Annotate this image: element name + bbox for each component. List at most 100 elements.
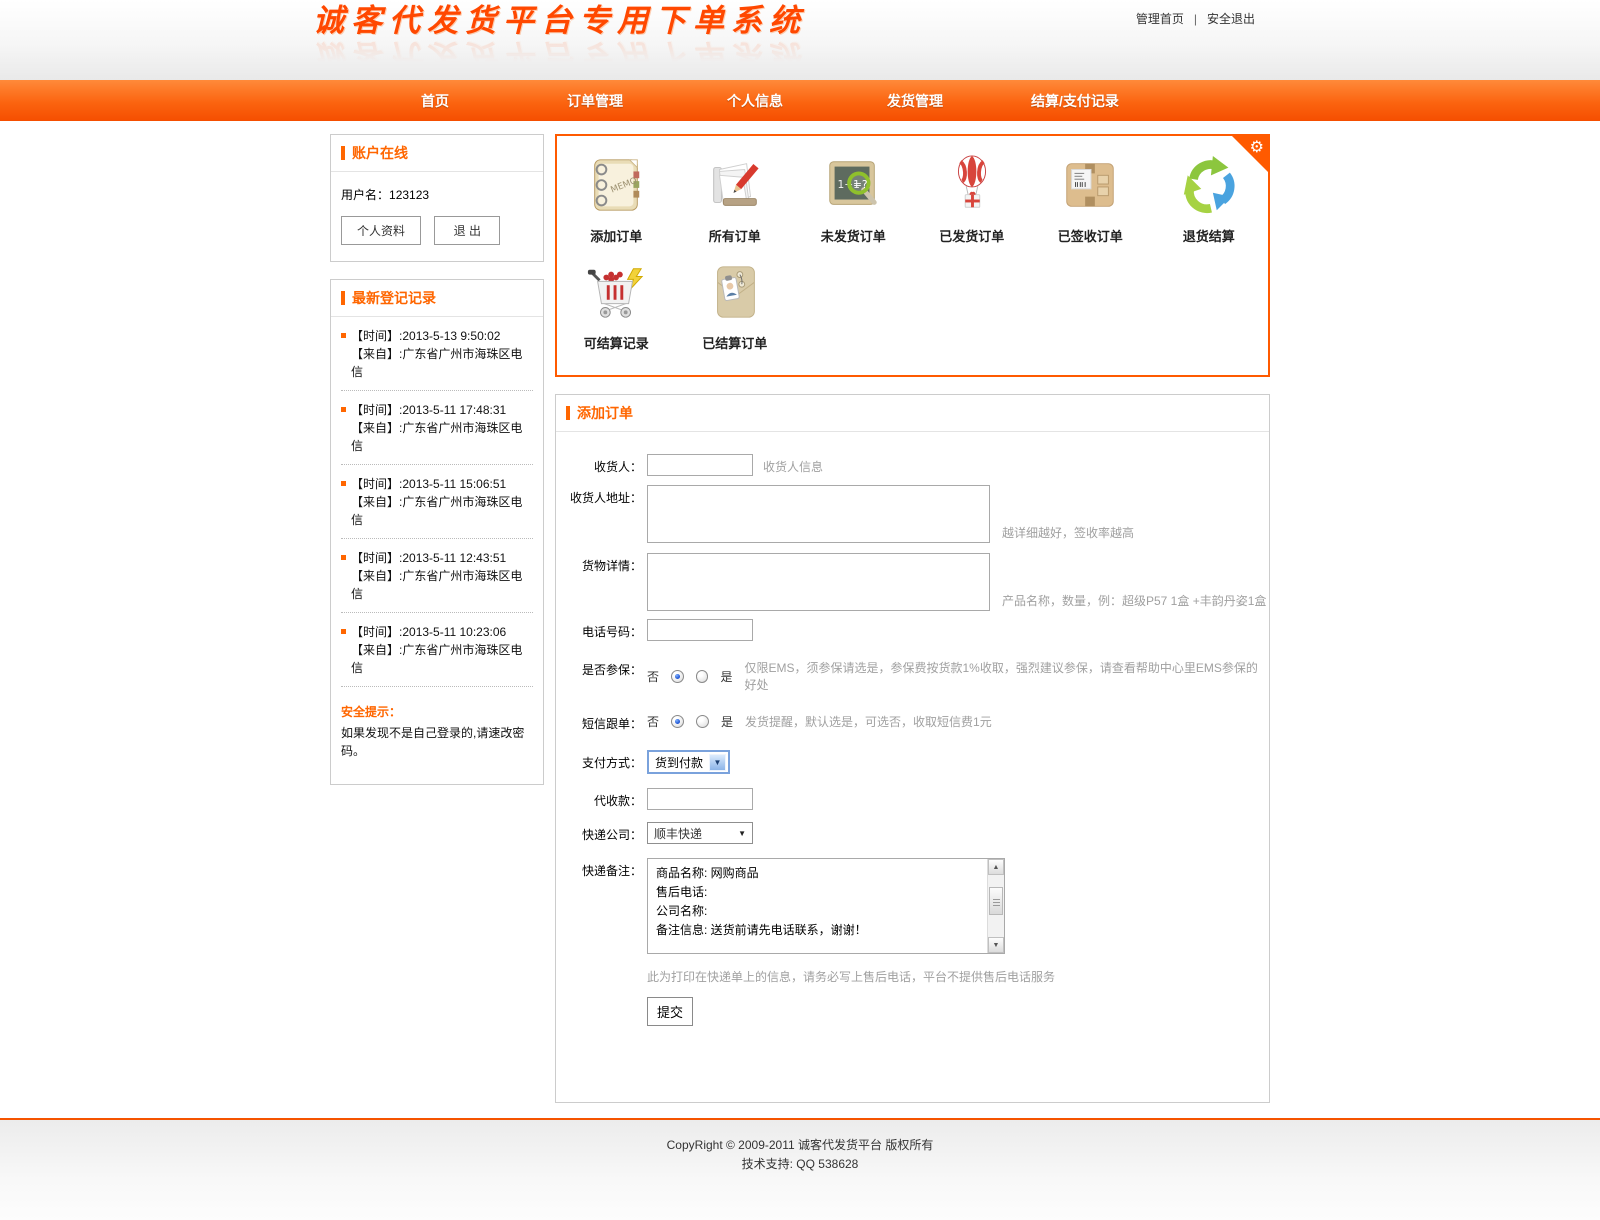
quick-item-label: 添加订单 (557, 226, 676, 245)
login-record: 【时间】:2013-5-13 9:50:02 【来自】:广东省广州市海珠区电信 (341, 327, 533, 381)
balloon-gift-icon (913, 152, 1032, 218)
nav-item-settlement[interactable]: 结算/支付记录 (995, 91, 1155, 111)
admin-home-link[interactable]: 管理首页 (1136, 12, 1184, 26)
insurance-yes-radio[interactable] (696, 670, 709, 683)
insurance-no-label: 否 (647, 668, 659, 685)
record-from-label: 【来自】: (351, 347, 402, 361)
courier-label: 快递公司： (556, 822, 642, 843)
logo-text: 诚客代发货平台专用下单系统 (313, 6, 807, 37)
cod-input[interactable] (647, 788, 753, 810)
quick-add-order[interactable]: MEMO 添加订单 (557, 152, 676, 245)
quick-item-label: 退货结算 (1150, 226, 1269, 245)
nav-item-shipping[interactable]: 发货管理 (835, 91, 995, 111)
header-accent-bar (341, 291, 345, 305)
quick-item-label: 未发货订单 (794, 226, 913, 245)
record-time-label: 【时间】: (351, 403, 402, 417)
login-record: 【时间】:2013-5-11 10:23:06 【来自】:广东省广州市海珠区电信 (341, 623, 533, 677)
payment-selected-value: 货到付款 (655, 754, 703, 771)
account-box-header: 账户在线 (331, 135, 543, 172)
nav-item-home[interactable]: 首页 (355, 91, 515, 111)
cod-label: 代收款： (556, 788, 642, 809)
records-box-header: 最新登记记录 (331, 280, 543, 317)
goods-hint: 产品名称，数量，例：超级P57 1盒 +丰韵丹姿1盒 (1002, 592, 1266, 611)
nav-item-profile[interactable]: 个人信息 (675, 91, 835, 111)
sms-no-label: 否 (647, 713, 659, 730)
login-records-box: 最新登记记录 【时间】:2013-5-13 9:50:02 【来自】:广东省广州… (330, 279, 544, 785)
link-separator: | (1194, 12, 1197, 26)
memo-icon: MEMO (557, 152, 676, 218)
profile-button[interactable]: 个人资料 (341, 216, 421, 245)
quick-item-label: 已结算订单 (676, 333, 795, 352)
sms-yes-label: 是 (721, 713, 733, 730)
sms-no-radio[interactable] (671, 715, 684, 728)
scroll-up-icon[interactable]: ▲ (988, 859, 1004, 875)
sms-label: 短信跟单： (556, 711, 642, 732)
add-order-header: 添加订单 (556, 395, 1269, 432)
page-footer: CopyRight © 2009-2011 诚客代发货平台 版权所有 技术支持:… (0, 1118, 1600, 1220)
sms-yes-radio[interactable] (696, 715, 709, 728)
phone-input[interactable] (647, 619, 753, 641)
scroll-down-icon[interactable]: ▼ (988, 937, 1004, 953)
sms-hint: 发货提醒，默认选是，可选否，收取短信费1元 (745, 713, 992, 730)
courier-select[interactable]: 顺丰快递 ▼ (647, 822, 753, 844)
quick-shipped-orders[interactable]: 已发货订单 (913, 152, 1032, 245)
scrollbar[interactable]: ▲ ▼ (987, 859, 1004, 953)
record-time-label: 【时间】: (351, 329, 402, 343)
address-textarea[interactable] (647, 485, 990, 543)
quick-received-orders[interactable]: 已签收订单 (1031, 152, 1150, 245)
logo: 诚客代发货平台专用下单系统 诚客代发货平台专用下单系统 (313, 6, 807, 70)
quick-item-label: 可结算记录 (557, 333, 676, 352)
record-time-label: 【时间】: (351, 551, 402, 565)
record-from-label: 【来自】: (351, 569, 402, 583)
address-hint: 越详细越好，签收率越高 (1002, 524, 1134, 543)
quick-all-orders[interactable]: 所有订单 (676, 152, 795, 245)
login-record: 【时间】:2013-5-11 12:43:51 【来自】:广东省广州市海珠区电信 (341, 549, 533, 603)
scroll-thumb[interactable] (989, 887, 1003, 915)
record-time: 2013-5-11 12:43:51 (402, 551, 506, 565)
remark-hint: 此为打印在快递单上的信息，请务必写上售后电话，平台不提供售后电话服务 (647, 968, 1269, 985)
account-box-title: 账户在线 (352, 143, 408, 163)
record-time-label: 【时间】: (351, 625, 402, 639)
svg-text:=?: =? (853, 178, 868, 191)
receiver-input[interactable] (647, 454, 753, 476)
insurance-no-radio[interactable] (671, 670, 684, 683)
quick-unshipped-orders[interactable]: 1+1 =? 未发货订单 (794, 152, 913, 245)
record-from-label: 【来自】: (351, 643, 402, 657)
dotted-divider (341, 390, 533, 391)
header-accent-bar (566, 406, 570, 420)
add-order-panel: 添加订单 收货人： 收货人信息 收货人地址： 越详细越好，签收率越高 (555, 394, 1270, 1103)
record-from-label: 【来自】: (351, 495, 402, 509)
quick-settled-orders[interactable]: 已结算订单 (676, 259, 795, 352)
quick-settleable-records[interactable]: 可结算记录 (557, 259, 676, 352)
add-order-title: 添加订单 (577, 403, 633, 423)
bullet-icon (341, 333, 346, 338)
courier-selected-value: 顺丰快递 (654, 825, 702, 842)
bullet-icon (341, 555, 346, 560)
remark-textarea[interactable]: 商品名称: 网购商品 售后电话: 公司名称: 备注信息: 送货前请先电话联系，谢… (647, 858, 1005, 954)
blackboard-icon: 1+1 =? (794, 152, 913, 218)
username-line: 用户名：123123 (341, 186, 533, 203)
quick-menu-panel: ⚙ MEMO (555, 134, 1270, 377)
phone-label: 电话号码： (556, 619, 642, 640)
address-label: 收货人地址： (556, 485, 642, 506)
quick-item-label: 已发货订单 (913, 226, 1032, 245)
goods-textarea[interactable] (647, 553, 990, 611)
main-nav: 首页 订单管理 个人信息 发货管理 结算/支付记录 (0, 80, 1600, 121)
logout-link[interactable]: 安全退出 (1207, 12, 1255, 26)
book-pencil-icon (676, 152, 795, 218)
logout-button[interactable]: 退 出 (434, 216, 500, 245)
dotted-divider (341, 686, 533, 687)
envelope-badge-icon (676, 259, 795, 325)
gear-icon[interactable]: ⚙ (1250, 137, 1264, 156)
nav-item-orders[interactable]: 订单管理 (515, 91, 675, 111)
chevron-down-icon: ▼ (738, 829, 746, 838)
submit-button[interactable]: 提交 (647, 997, 693, 1026)
payment-select[interactable]: 货到付款 ▼ (647, 750, 730, 774)
record-time: 2013-5-11 10:23:06 (402, 625, 506, 639)
package-icon (1031, 152, 1150, 218)
insurance-yes-label: 是 (720, 668, 732, 685)
remark-label: 快递备注： (556, 858, 642, 879)
username-label: 用户名： (341, 188, 389, 202)
record-time: 2013-5-13 9:50:02 (402, 329, 500, 343)
security-tip-text: 如果发现不是自己登录的,请速改密码。 (341, 724, 533, 760)
